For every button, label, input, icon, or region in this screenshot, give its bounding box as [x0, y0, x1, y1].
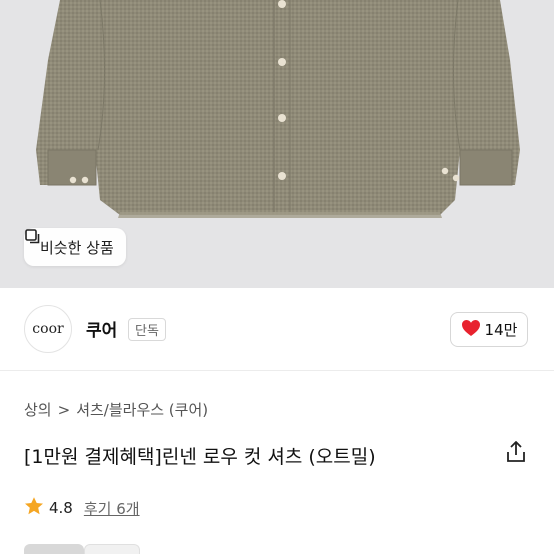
brand-logo[interactable]: coor — [24, 305, 72, 353]
option-tabs — [24, 544, 140, 554]
like-button[interactable]: 14만 — [450, 312, 528, 347]
heart-icon — [461, 319, 481, 341]
share-button[interactable] — [502, 440, 530, 468]
product-image[interactable]: 비슷한 상품 — [0, 0, 554, 288]
review-count-link[interactable]: 후기 6개 — [84, 498, 140, 519]
breadcrumb-root[interactable]: 상의 — [24, 399, 52, 420]
share-icon — [505, 440, 527, 468]
brand-name[interactable]: 쿠어 — [86, 316, 117, 341]
divider — [0, 370, 554, 371]
star-icon — [24, 496, 44, 520]
breadcrumb: 상의 > 셔츠/블라우스 (쿠어) — [24, 399, 208, 420]
breadcrumb-current[interactable]: 셔츠/블라우스 (쿠어) — [76, 399, 208, 420]
similar-products-button[interactable]: 비슷한 상품 — [24, 228, 126, 266]
seller-row: coor 쿠어 단독 14만 — [0, 288, 554, 370]
product-title: [1만원 결제혜택]린넨 로우 컷 셔츠 (오트밀) — [24, 446, 376, 468]
option-tab[interactable] — [24, 544, 84, 554]
similar-products-label: 비슷한 상품 — [40, 238, 114, 257]
rating-row: 4.8 후기 6개 — [24, 496, 140, 520]
rating-score: 4.8 — [49, 499, 73, 517]
option-tab[interactable] — [84, 544, 140, 554]
breadcrumb-separator: > — [57, 400, 71, 419]
brand-logo-text: coor — [32, 321, 64, 337]
exclusive-badge: 단독 — [128, 318, 166, 341]
like-count: 14만 — [484, 321, 518, 339]
